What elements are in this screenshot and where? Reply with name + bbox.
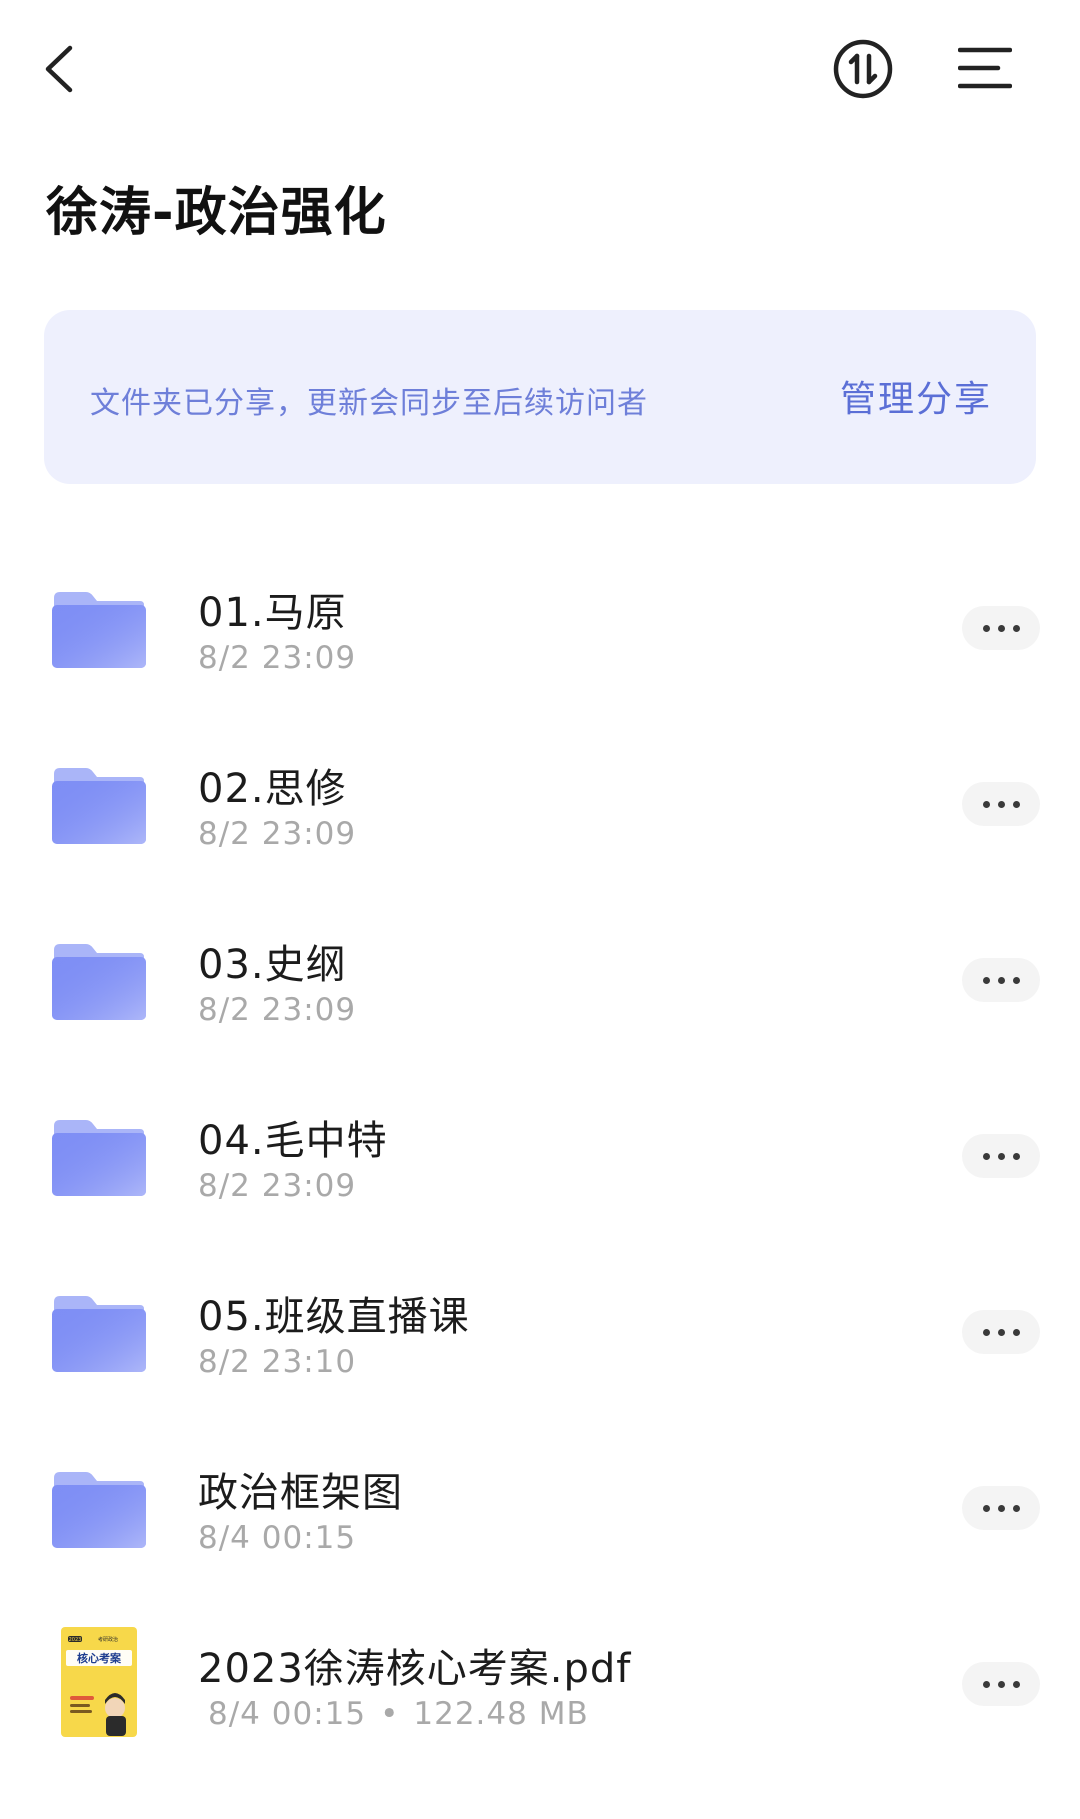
- more-options-button[interactable]: [962, 958, 1040, 1002]
- folder-icon: [52, 1296, 146, 1372]
- file-meta: 8/4 00:15 • 122.48 MB: [208, 1696, 589, 1732]
- top-bar: [0, 0, 1080, 140]
- page-title: 徐涛-政治强化: [46, 183, 387, 243]
- meta-separator: •: [380, 1696, 400, 1732]
- file-name: 05.班级直播课: [198, 1294, 470, 1340]
- list-item[interactable]: 02.思修 8/2 23:09: [0, 710, 1080, 886]
- more-options-button[interactable]: [962, 1486, 1040, 1530]
- list-item[interactable]: 政治框架图 8/4 00:15: [0, 1414, 1080, 1590]
- file-time: 8/4 00:15: [208, 1696, 367, 1732]
- file-name: 01.马原: [198, 590, 347, 636]
- thumb-badge: 2023: [69, 1637, 82, 1643]
- file-list: 01.马原 8/2 23:09 02.思修 8/2 23:09 03.史纲 8/…: [0, 534, 1080, 1766]
- file-name: 03.史纲: [198, 942, 347, 988]
- transfer-button[interactable]: [832, 38, 894, 100]
- pdf-thumbnail-icon: 2023 考研政治 核心考案: [61, 1627, 137, 1737]
- file-time: 8/2 23:09: [198, 992, 357, 1028]
- transfer-updown-icon: [833, 39, 893, 99]
- file-time: 8/2 23:09: [198, 640, 357, 676]
- file-name: 04.毛中特: [198, 1118, 388, 1164]
- thumb-title: 核心考案: [77, 1651, 122, 1665]
- more-options-button[interactable]: [962, 1662, 1040, 1706]
- list-item[interactable]: 03.史纲 8/2 23:09: [0, 886, 1080, 1062]
- more-options-button[interactable]: [962, 1134, 1040, 1178]
- list-item[interactable]: 05.班级直播课 8/2 23:10: [0, 1238, 1080, 1414]
- more-options-button[interactable]: [962, 1310, 1040, 1354]
- folder-icon: [52, 1472, 146, 1548]
- thumb-subtitle: 考研政治: [98, 1636, 118, 1643]
- file-name: 2023徐涛核心考案.pdf: [198, 1646, 632, 1692]
- file-name: 02.思修: [198, 766, 347, 812]
- chevron-left-icon: [45, 45, 73, 93]
- file-time: 8/2 23:09: [198, 1168, 357, 1204]
- manage-share-button[interactable]: 管理分享: [840, 370, 992, 422]
- folder-icon: [52, 1120, 146, 1196]
- file-time: 8/4 00:15: [198, 1520, 357, 1556]
- more-options-button[interactable]: [962, 782, 1040, 826]
- back-button[interactable]: [38, 40, 84, 98]
- file-time: 8/2 23:10: [198, 1344, 357, 1380]
- file-size: 122.48 MB: [413, 1696, 589, 1732]
- folder-icon: [52, 944, 146, 1020]
- list-item[interactable]: 04.毛中特 8/2 23:09: [0, 1062, 1080, 1238]
- list-item[interactable]: 2023 考研政治 核心考案 2023徐涛核心考案.pdf 8/4 00:15 •…: [0, 1590, 1080, 1766]
- file-time: 8/2 23:09: [198, 816, 357, 852]
- menu-button[interactable]: [957, 44, 1013, 92]
- share-status-text: 文件夹已分享，更新会同步至后续访问者: [90, 386, 648, 421]
- folder-icon: [52, 768, 146, 844]
- folder-icon: [52, 592, 146, 668]
- share-banner: 文件夹已分享，更新会同步至后续访问者 管理分享: [44, 310, 1036, 484]
- file-name: 政治框架图: [198, 1470, 403, 1516]
- more-options-button[interactable]: [962, 606, 1040, 650]
- menu-lines-icon: [957, 47, 1013, 89]
- list-item[interactable]: 01.马原 8/2 23:09: [0, 534, 1080, 710]
